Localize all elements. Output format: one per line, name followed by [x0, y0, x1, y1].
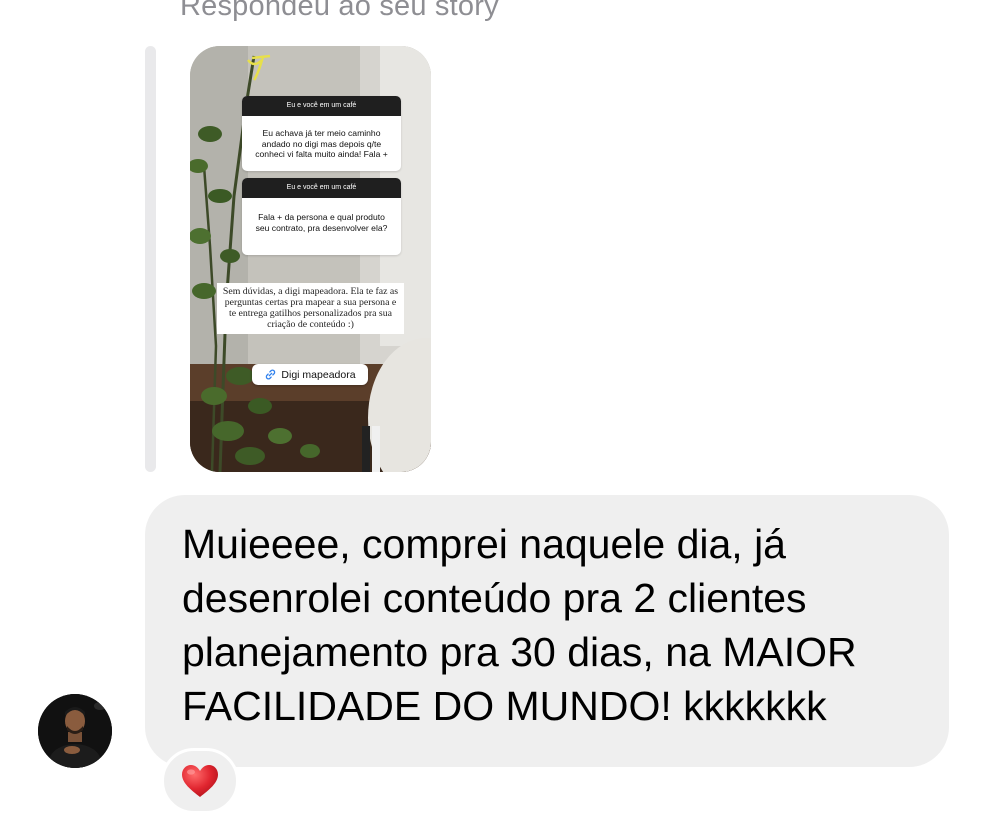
replied-to-story-label: Respondeu ao seu story [180, 0, 499, 22]
story-preview[interactable]: Eu e você em um café Eu achava já ter me… [190, 46, 431, 472]
avatar[interactable] [38, 694, 112, 768]
link-sticker-label: Digi mapeadora [281, 368, 356, 381]
reaction-badge[interactable] [161, 748, 239, 814]
link-icon [266, 369, 276, 380]
red-heart-icon [182, 765, 218, 797]
message-bubble[interactable]: Muieeee, comprei naquele dia, já desenro… [145, 495, 949, 767]
question-card-body: Fala + da persona e qual produto seu con… [255, 212, 388, 233]
question-card: Eu e você em um café Eu achava já ter me… [242, 96, 401, 171]
story-answer-text: Sem dúvidas, a digi mapeadora. Ela te fa… [217, 283, 404, 334]
message-text: Muieeee, comprei naquele dia, já desenro… [182, 521, 857, 729]
avatar-photo [38, 694, 112, 768]
question-card-body: Eu achava já ter meio caminho andado no … [255, 128, 388, 159]
question-card-header: Eu e você em um café [242, 178, 401, 198]
question-card: Eu e você em um café Fala + da persona e… [242, 178, 401, 255]
dm-conversation: Respondeu ao seu story Eu e você em um c… [0, 0, 995, 817]
question-card-header: Eu e você em um café [242, 96, 401, 116]
reply-indicator-bar [145, 46, 156, 472]
link-sticker[interactable]: Digi mapeadora [252, 364, 368, 385]
